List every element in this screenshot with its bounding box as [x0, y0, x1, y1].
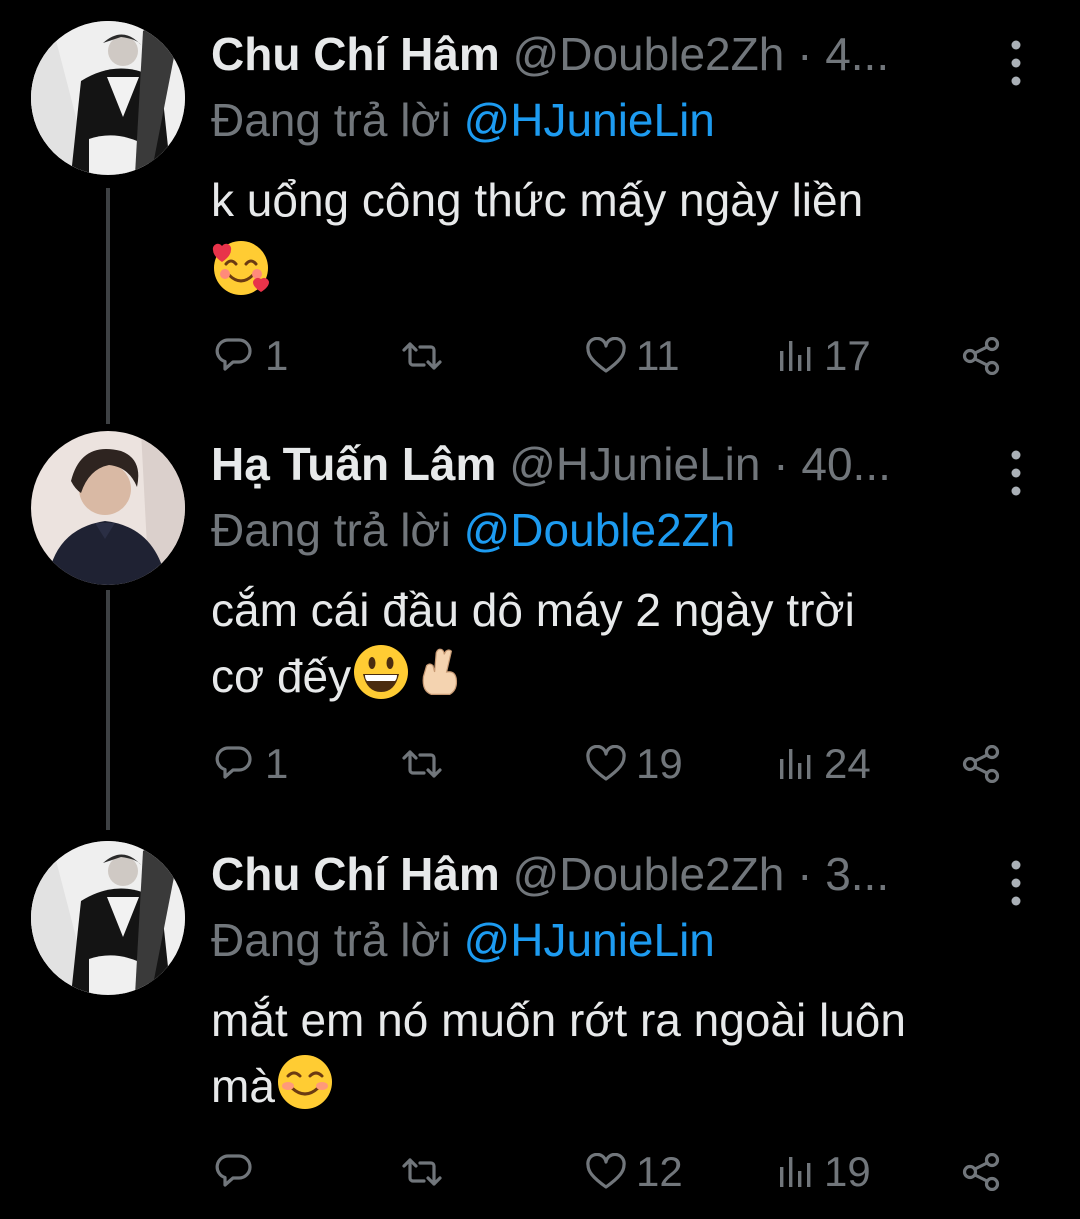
- more-icon[interactable]: [1000, 858, 1032, 908]
- views-icon: [780, 749, 811, 779]
- tweet-text-line: cơ đếy: [211, 650, 352, 702]
- tweet[interactable]: Chu Chí Hâm @Double2Zh · 4... Đang trả l…: [0, 0, 1080, 410]
- views-button[interactable]: 24: [778, 736, 871, 792]
- reply-prefix: Đang trả lời: [211, 94, 451, 146]
- tweet-text: mắt em nó muốn rớt ra ngoài luôn mà: [211, 988, 1051, 1128]
- timestamp[interactable]: 40...: [801, 438, 891, 490]
- share-button[interactable]: [962, 1144, 1002, 1200]
- separator: ·: [797, 28, 813, 80]
- user-handle[interactable]: @Double2Zh: [513, 28, 785, 80]
- reply-button[interactable]: 1: [215, 328, 288, 384]
- reply-icon: [215, 1154, 252, 1187]
- like-button[interactable]: 19: [586, 736, 683, 792]
- mention-link[interactable]: @HJunieLin: [464, 94, 715, 146]
- timestamp[interactable]: 4...: [825, 28, 889, 80]
- mention-link[interactable]: @HJunieLin: [464, 914, 715, 966]
- separator: ·: [773, 438, 789, 490]
- tweet-text: k uổng công thức mấy ngày liền: [211, 168, 1051, 314]
- avatar[interactable]: [31, 21, 185, 175]
- smiling-face-with-hearts-icon: [211, 238, 271, 314]
- reply-button[interactable]: 1: [215, 736, 288, 792]
- display-name[interactable]: Hạ Tuấn Lâm: [211, 438, 496, 490]
- tweet-text-line: mắt em nó muốn rớt ra ngoài luôn: [211, 994, 906, 1046]
- views-count: 19: [824, 1148, 871, 1195]
- views-count: 24: [824, 740, 871, 787]
- reply-count: 1: [265, 740, 289, 787]
- user-handle[interactable]: @Double2Zh: [513, 848, 785, 900]
- views-count: 17: [824, 332, 871, 379]
- reply-prefix: Đang trả lời: [211, 914, 451, 966]
- like-button[interactable]: 12: [586, 1144, 683, 1200]
- like-icon: [586, 745, 626, 781]
- views-icon: [780, 341, 811, 371]
- tweet-header: Chu Chí Hâm @Double2Zh · 4...: [211, 24, 991, 84]
- tweet-text-line: mà: [211, 1060, 275, 1112]
- more-icon[interactable]: [1000, 38, 1032, 88]
- reply-count: 1: [265, 332, 289, 379]
- action-bar: 1 11 17: [0, 328, 1080, 388]
- retweet-icon: [402, 342, 442, 370]
- share-button[interactable]: [962, 328, 1002, 384]
- smiling-face-icon: [275, 1052, 335, 1128]
- display-name[interactable]: Chu Chí Hâm: [211, 848, 500, 900]
- tweet-header: Hạ Tuấn Lâm @HJunieLin · 40...: [211, 434, 991, 494]
- grinning-face-icon: [351, 642, 411, 718]
- timestamp[interactable]: 3...: [825, 848, 889, 900]
- tweet[interactable]: Hạ Tuấn Lâm @HJunieLin · 40... Đang trả …: [0, 410, 1080, 820]
- retweet-icon: [402, 750, 442, 778]
- tweet[interactable]: Chu Chí Hâm @Double2Zh · 3... Đang trả l…: [0, 820, 1080, 1219]
- views-button[interactable]: 17: [778, 328, 871, 384]
- replying-to: Đang trả lời @Double2Zh: [211, 500, 735, 560]
- like-button[interactable]: 11: [586, 328, 680, 384]
- views-button[interactable]: 19: [778, 1144, 871, 1200]
- retweet-button[interactable]: [398, 328, 456, 384]
- avatar[interactable]: [31, 841, 185, 995]
- reply-prefix: Đang trả lời: [211, 504, 451, 556]
- action-bar: 1 19 24: [0, 736, 1080, 796]
- like-icon: [586, 1153, 626, 1189]
- replying-to: Đang trả lời @HJunieLin: [211, 910, 715, 970]
- user-handle[interactable]: @HJunieLin: [509, 438, 760, 490]
- tweet-text: cắm cái đầu dô máy 2 ngày trời cơ đếy: [211, 578, 1051, 718]
- action-bar: 12 19: [0, 1144, 1080, 1204]
- like-count: 19: [636, 740, 683, 787]
- tweet-header: Chu Chí Hâm @Double2Zh · 3...: [211, 844, 991, 904]
- replying-to: Đang trả lời @HJunieLin: [211, 90, 715, 150]
- crossed-fingers-icon: [417, 642, 465, 718]
- reply-button[interactable]: [215, 1144, 265, 1200]
- more-icon[interactable]: [1000, 448, 1032, 498]
- reply-icon: [215, 338, 252, 371]
- like-count: 12: [636, 1148, 683, 1195]
- retweet-icon: [402, 1158, 442, 1186]
- like-icon: [586, 337, 626, 373]
- mention-link[interactable]: @Double2Zh: [464, 504, 736, 556]
- reply-icon: [215, 746, 252, 779]
- retweet-button[interactable]: [398, 736, 456, 792]
- like-count: 11: [636, 332, 680, 379]
- avatar[interactable]: [31, 431, 185, 585]
- share-icon: [962, 337, 1000, 375]
- views-icon: [780, 1157, 811, 1187]
- tweet-text-line: cắm cái đầu dô máy 2 ngày trời: [211, 584, 855, 636]
- share-icon: [962, 745, 1000, 783]
- tweet-text-line: k uổng công thức mấy ngày liền: [211, 174, 864, 226]
- retweet-button[interactable]: [398, 1144, 456, 1200]
- display-name[interactable]: Chu Chí Hâm: [211, 28, 500, 80]
- separator: ·: [797, 848, 813, 900]
- share-icon: [962, 1153, 1000, 1191]
- share-button[interactable]: [962, 736, 1002, 792]
